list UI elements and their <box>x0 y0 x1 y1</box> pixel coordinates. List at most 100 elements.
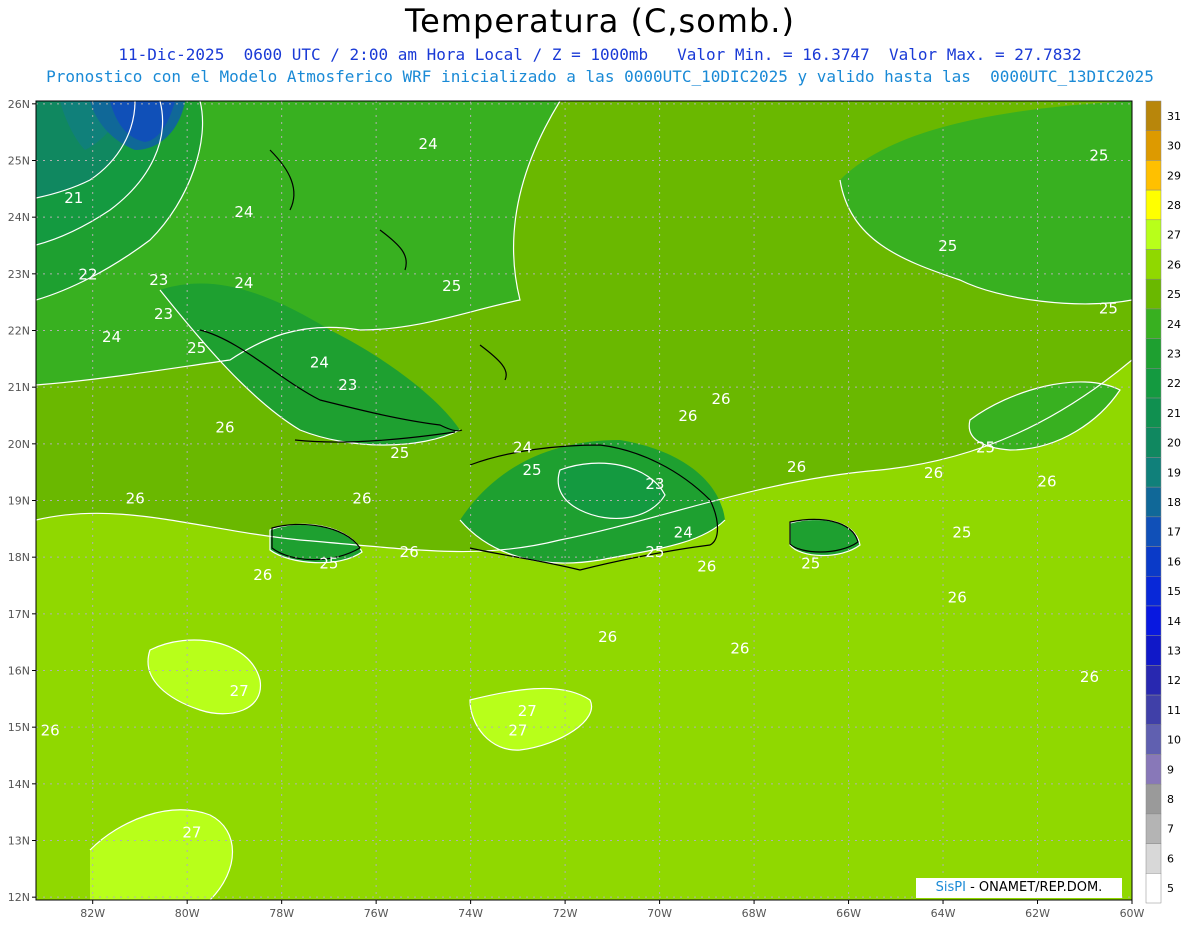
lat-label: 18N <box>8 551 30 564</box>
lon-label: 82W <box>80 907 105 920</box>
colorbar-label: 29 <box>1167 169 1181 182</box>
colorbar-label: 26 <box>1167 258 1181 271</box>
colorbar-swatch <box>1145 130 1162 161</box>
colorbar-swatch <box>1145 308 1162 339</box>
contour-label: 25 <box>801 555 820 573</box>
colorbar-swatch <box>1145 189 1162 221</box>
lat-label: 16N <box>8 665 30 678</box>
contour-label: 25 <box>976 438 995 456</box>
lon-label: 70W <box>647 907 672 920</box>
colorbar-swatch <box>1145 813 1162 844</box>
colorbar-swatch <box>1145 783 1162 815</box>
lon-label: 80W <box>175 907 200 920</box>
lat-label: 17N <box>8 608 30 621</box>
colorbar-swatch <box>1145 486 1162 518</box>
colorbar-label: 7 <box>1167 823 1174 836</box>
colorbar-label: 24 <box>1167 318 1181 331</box>
contour-label: 26 <box>711 390 730 408</box>
map-subtitle-run-info: 11-Dic-2025 0600 UTC / 2:00 am Hora Loca… <box>118 45 1082 64</box>
colorbar-swatch <box>1145 278 1162 310</box>
colorbar-label: 23 <box>1167 347 1181 360</box>
colorbar-swatch <box>1145 160 1162 191</box>
colorbar-label: 18 <box>1167 496 1181 509</box>
colorbar-swatch <box>1145 873 1162 904</box>
credit-label: SisPI - ONAMET/REP.DOM. <box>916 878 1122 898</box>
colorbar-label: 12 <box>1167 674 1181 687</box>
colorbar-label: 14 <box>1167 615 1181 628</box>
colorbar-swatch <box>1145 457 1162 488</box>
colorbar-label: 25 <box>1167 288 1181 301</box>
contour-label: 25 <box>938 237 957 255</box>
lat-label: 25N <box>8 155 30 168</box>
contour-label: 23 <box>338 376 357 394</box>
map-plot-area: 2122 23232424242425242325262526 2626252624… <box>36 101 1132 900</box>
lon-label: 72W <box>553 907 578 920</box>
lon-label: 78W <box>269 907 294 920</box>
contour-label: 26 <box>352 489 371 507</box>
colorbar-swatch <box>1145 546 1162 577</box>
contour-label: 26 <box>253 566 272 584</box>
credit-org: - ONAMET/REP.DOM. <box>970 880 1103 895</box>
contour-label: 27 <box>518 702 537 720</box>
contour-label: 26 <box>678 407 697 425</box>
contour-label: 26 <box>730 640 749 658</box>
lat-label: 14N <box>8 778 30 791</box>
lon-label: 68W <box>742 907 767 920</box>
contour-label: 22 <box>78 266 97 284</box>
contour-label: 26 <box>215 419 234 437</box>
contour-label: 26 <box>1037 472 1056 490</box>
contour-label: 25 <box>1089 147 1108 165</box>
colorbar-label: 6 <box>1167 852 1174 865</box>
contour-label: 27 <box>508 722 527 740</box>
colorbar-swatch <box>1145 576 1162 607</box>
colorbar-swatch <box>1145 843 1162 874</box>
colorbar-swatch <box>1145 397 1162 428</box>
colorbar-label: 10 <box>1167 734 1181 747</box>
colorbar-label: 27 <box>1167 229 1181 242</box>
lon-label: 62W <box>1025 907 1050 920</box>
colorbar-swatch <box>1145 100 1162 131</box>
map-title: Temperatura (C,somb.) <box>405 2 795 40</box>
contour-label: 25 <box>952 523 971 541</box>
lon-label: 76W <box>364 907 389 920</box>
colorbar-label: 11 <box>1167 704 1181 717</box>
lat-label: 26N <box>8 98 30 111</box>
colorbar-swatch <box>1145 665 1162 696</box>
lat-label: 23N <box>8 268 30 281</box>
colorbar-label: 21 <box>1167 407 1181 420</box>
colorbar-label: 16 <box>1167 555 1181 568</box>
colorbar-label: 31 <box>1167 110 1181 123</box>
lat-label: 15N <box>8 721 30 734</box>
colorbar-swatch <box>1145 754 1162 785</box>
lat-label: 24N <box>8 211 30 224</box>
contour-label: 26 <box>400 543 419 561</box>
colorbar-label: 9 <box>1167 763 1174 776</box>
contour-label: 25 <box>319 555 338 573</box>
colorbar-swatch <box>1145 724 1162 755</box>
colorbar-label: 8 <box>1167 793 1174 806</box>
colorbar-label: 19 <box>1167 466 1181 479</box>
colorbar-swatch <box>1145 338 1162 369</box>
map-subtitle-model-info: Pronostico con el Modelo Atmosferico WRF… <box>46 67 1154 86</box>
contour-label: 25 <box>645 543 664 561</box>
lon-label: 64W <box>931 907 956 920</box>
contour-label: 25 <box>1099 300 1118 318</box>
colorbar-label: 15 <box>1167 585 1181 598</box>
colorbar-swatch <box>1145 516 1162 547</box>
contour-label: 27 <box>230 682 249 700</box>
lat-label: 22N <box>8 325 30 338</box>
contour-label: 24 <box>102 328 121 346</box>
lat-label: 21N <box>8 381 30 394</box>
lat-label: 20N <box>8 438 30 451</box>
lon-label: 60W <box>1120 907 1145 920</box>
contour-label: 24 <box>674 523 693 541</box>
contour-label: 24 <box>234 203 253 221</box>
colorbar-label: 5 <box>1167 882 1174 895</box>
contour-label: 26 <box>948 589 967 607</box>
contour-label: 26 <box>697 557 716 575</box>
contour-label: 26 <box>1080 668 1099 686</box>
credit-brand: SisPI <box>935 880 966 895</box>
contour-label: 21 <box>64 189 83 207</box>
contour-label: 24 <box>513 438 532 456</box>
lon-label: 66W <box>836 907 861 920</box>
